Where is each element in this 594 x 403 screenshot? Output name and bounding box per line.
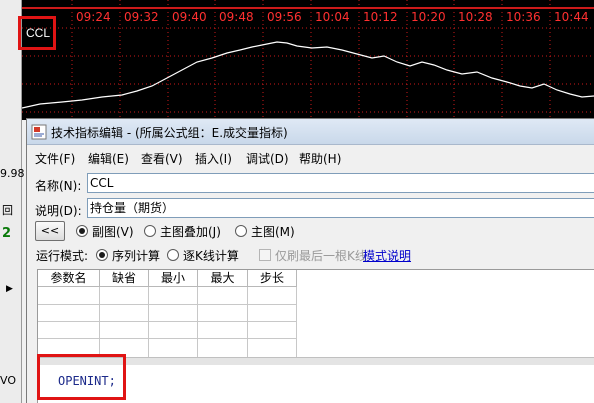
column-header-default[interactable]: 缺省	[100, 270, 149, 287]
radio-per-bar-calc[interactable]	[167, 249, 179, 261]
column-header-param-name[interactable]: 参数名	[38, 270, 100, 287]
menu-view[interactable]: 查看(V)	[141, 150, 183, 167]
time-tick-label: 09:48	[219, 10, 254, 24]
grid-line	[247, 287, 248, 358]
checkbox-refresh-last-bar[interactable]	[259, 249, 271, 261]
grid-line	[38, 304, 297, 305]
background-label: 回	[2, 204, 13, 217]
time-tick-label: 10:04	[315, 10, 350, 24]
name-label: 名称(N):	[35, 179, 82, 193]
option-main-overlay-label: 主图叠加(J)	[160, 225, 221, 239]
dialog-titlebar[interactable]: 技术指标编辑 - (所属公式组：E.成交量指标)	[27, 119, 594, 145]
menu-bar: 文件(F) 编辑(E) 查看(V) 插入(I) 调试(D) 帮助(H)	[27, 146, 594, 168]
menu-edit[interactable]: 编辑(E)	[88, 150, 129, 167]
description-input[interactable]: 持仓量（期货）	[87, 198, 594, 218]
grid-line	[99, 287, 100, 358]
arrow-right-icon[interactable]: ▶	[6, 284, 28, 294]
background-number: 2	[2, 226, 12, 241]
time-tick-label: 10:12	[363, 10, 398, 24]
menu-insert[interactable]: 插入(I)	[195, 150, 232, 167]
grid-line	[197, 287, 198, 358]
column-header-step[interactable]: 步长	[248, 270, 297, 287]
collapse-button[interactable]: <<	[35, 221, 65, 241]
radio-main-chart[interactable]	[235, 225, 247, 237]
menu-file[interactable]: 文件(F)	[35, 150, 75, 167]
time-tick-label: 10:28	[458, 10, 493, 24]
time-tick-label: 09:56	[267, 10, 302, 24]
time-tick-label: 09:24	[76, 10, 111, 24]
background-value: 9.98	[0, 167, 25, 180]
time-tick-label: 10:44	[554, 10, 589, 24]
radio-main-overlay[interactable]	[144, 225, 156, 237]
time-tick-label: 10:36	[506, 10, 541, 24]
option-per-bar-calc-label: 逐K线计算	[183, 249, 239, 263]
time-tick-label: 10:20	[411, 10, 446, 24]
option-series-calc-label: 序列计算	[112, 249, 161, 263]
time-tick-label: 09:40	[172, 10, 207, 24]
open-interest-series-line	[22, 41, 594, 109]
background-label-vo: VO	[0, 374, 16, 387]
column-header-max[interactable]: 最大	[198, 270, 248, 287]
time-tick-label: 09:32	[124, 10, 159, 24]
grid-line	[148, 287, 149, 358]
column-header-min[interactable]: 最小	[149, 270, 198, 287]
grid-line	[38, 338, 297, 339]
menu-debug[interactable]: 调试(D)	[246, 150, 289, 167]
description-label: 说明(D):	[35, 204, 82, 218]
parameter-table[interactable]: 参数名 缺省 最小 最大 步长	[37, 269, 594, 358]
option-main-chart-label: 主图(M)	[251, 225, 295, 239]
formula-editor-icon	[31, 124, 47, 140]
background-app-strip: 9.98 回 2 ▶ VO	[0, 0, 25, 403]
highlight-box-formula-code	[37, 354, 126, 400]
radio-sub-chart[interactable]	[76, 225, 88, 237]
dialog-title: 技术指标编辑 - (所属公式组：E.成交量指标)	[51, 126, 288, 140]
grid-line	[38, 321, 297, 322]
grid-line	[296, 287, 297, 358]
mode-help-link[interactable]: 模式说明	[363, 247, 411, 264]
radio-series-calc[interactable]	[96, 249, 108, 261]
option-refresh-last-bar-label: 仅刷最后一根K线	[275, 249, 367, 263]
menu-help[interactable]: 帮助(H)	[299, 150, 341, 167]
intraday-chart[interactable]: CCL 09:24 09:32 09:40 09:48 09:56 10:04 10:12 1…	[22, 0, 594, 120]
run-mode-label: 运行模式:	[36, 249, 89, 263]
option-sub-chart-label: 副图(V)	[92, 225, 134, 239]
highlight-box-indicator-name	[18, 16, 56, 50]
name-input[interactable]: CCL	[87, 173, 594, 193]
